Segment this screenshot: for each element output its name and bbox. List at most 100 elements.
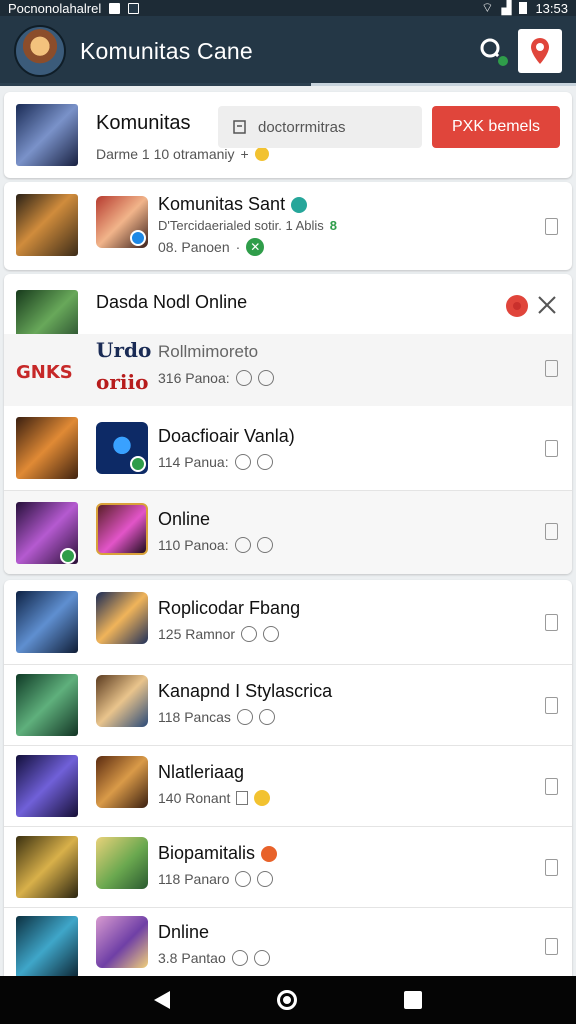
list-item[interactable]: GNKS Urdo oriio Rollmimoreto 316 Panoa:	[4, 334, 572, 406]
refresh-icon	[236, 709, 253, 725]
signal-icon: ▟	[501, 0, 512, 15]
battery-icon	[519, 2, 528, 14]
edit-icon	[233, 120, 246, 134]
item-meta-text: 125 Ramnor	[158, 626, 236, 642]
document-small-icon	[236, 791, 249, 805]
document-icon[interactable]	[545, 360, 558, 377]
game-thumbnail[interactable]	[16, 104, 78, 166]
notification-icon	[109, 2, 121, 14]
refresh-icon	[241, 626, 258, 642]
item-title: Dnline	[158, 922, 210, 942]
map-pin-icon	[531, 38, 549, 64]
item-desc-text: D'Tercidaerialed sotir. 1 Ablis	[158, 218, 324, 233]
map-pin-button[interactable]	[518, 29, 562, 73]
list-item[interactable]: Online 110 Panoa:	[4, 491, 572, 574]
list-item[interactable]: Biopamitalis 118 Panaro	[4, 827, 572, 907]
item-meta-text: 110 Panoa:	[158, 537, 229, 553]
item-meta-text: 08. Panoen	[158, 239, 230, 255]
timer-icon	[256, 454, 273, 470]
card-subtitle: Darme 1 10 otramaniy +	[96, 146, 269, 162]
item-meta-text: 316 Panoa:	[158, 370, 230, 386]
document-icon[interactable]	[545, 859, 558, 876]
item-meta-text: 3.8 Pantao	[158, 950, 226, 966]
hot-icon	[261, 845, 278, 862]
item-title-text: Komunitas Sant	[158, 194, 286, 214]
search-placeholder: doctorrmitras	[258, 118, 346, 136]
document-icon[interactable]	[545, 614, 558, 631]
game-thumbnail	[16, 836, 78, 898]
list-item[interactable]: Komunitas Sant D'Tercidaerialed sotir. 1…	[4, 182, 572, 270]
close-icon: ✕	[246, 238, 265, 256]
document-icon[interactable]	[545, 523, 558, 540]
refresh-icon	[235, 370, 252, 386]
card-title: Komunitas	[96, 112, 191, 134]
gear-icon[interactable]	[502, 292, 532, 320]
notification-icon	[128, 2, 140, 14]
item-title: Biopamitalis	[158, 843, 278, 864]
coin-icon	[254, 790, 271, 806]
plus-icon: +	[240, 146, 249, 162]
verified-icon	[291, 196, 308, 213]
document-icon[interactable]	[545, 440, 558, 457]
game-thumbnail	[16, 674, 78, 736]
item-desc-num: 8	[329, 218, 338, 233]
item-title-text: Biopamitalis	[158, 843, 256, 863]
card-subtitle-text: Darme 1 10 otramaniy	[96, 146, 235, 162]
coin-icon	[254, 147, 269, 161]
recent-apps-icon[interactable]	[404, 991, 423, 1009]
avatar[interactable]	[14, 25, 66, 77]
primary-action-button[interactable]: PXK bemels	[432, 106, 560, 148]
page-title: Komunitas Cane	[80, 37, 253, 64]
item-meta: 114 Panua:	[158, 454, 273, 470]
item-title: Online	[158, 509, 211, 529]
document-icon[interactable]	[545, 778, 558, 795]
document-icon[interactable]	[545, 697, 558, 714]
refresh-icon	[234, 454, 251, 470]
item-title: Roplicodar Fbang	[158, 598, 301, 618]
search-button[interactable]	[478, 36, 510, 68]
item-meta: 316 Panoa:	[158, 370, 274, 386]
item-meta: 118 Panaro	[158, 871, 274, 887]
status-time: 13:53	[535, 0, 568, 16]
item-title: Komunitas Sant	[158, 194, 308, 215]
item-meta-text: 140 Ronant	[158, 790, 231, 806]
game-thumbnail	[16, 591, 78, 653]
timer-icon	[257, 871, 274, 887]
item-meta-text: 114 Panua:	[158, 454, 229, 470]
list-item[interactable]: Doacfioair Vanla) 114 Panua:	[4, 406, 572, 490]
item-meta: 125 Ramnor	[158, 626, 280, 642]
refresh-icon	[234, 537, 251, 553]
app-icon	[96, 422, 148, 474]
app-icon	[96, 916, 148, 968]
close-icon[interactable]	[536, 294, 558, 316]
timer-icon	[263, 626, 280, 642]
status-bar: Pocnonolahalrel ⌔ ▟ 13:53	[0, 0, 576, 16]
top-card: Komunitas Darme 1 10 otramaniy + doctorr…	[4, 92, 572, 178]
back-icon[interactable]	[153, 991, 170, 1009]
home-icon[interactable]	[276, 990, 297, 1010]
list-item[interactable]: Kanapnd I Stylascrica 118 Pancas	[4, 665, 572, 745]
item-title: Nlatleriaag	[158, 762, 245, 782]
system-nav-bar	[0, 976, 576, 1024]
list-item[interactable]: Nlatleriaag 140 Ronant	[4, 746, 572, 826]
badge-icon	[60, 548, 76, 564]
featured-card: Komunitas Sant D'Tercidaerialed sotir. 1…	[4, 182, 572, 270]
list-item[interactable]: Roplicodar Fbang 125 Ramnor	[4, 580, 572, 664]
list-item[interactable]: Dnline 3.8 Pantao	[4, 908, 572, 976]
item-desc: D'Tercidaerialed sotir. 1 Ablis 8	[158, 218, 337, 233]
item-meta: 140 Ronant	[158, 790, 271, 806]
game-thumbnail	[16, 916, 78, 976]
item-meta: 3.8 Pantao	[158, 950, 270, 966]
game-logo: oriio	[96, 370, 149, 394]
document-icon[interactable]	[545, 218, 558, 235]
game-thumbnail	[16, 502, 78, 564]
document-icon[interactable]	[545, 938, 558, 955]
wifi-icon: ⌔	[481, 0, 494, 15]
item-meta: 110 Panoa:	[158, 537, 273, 553]
search-input[interactable]: doctorrmitras	[218, 106, 422, 148]
app-icon	[96, 196, 148, 248]
badge-icon	[130, 456, 146, 472]
timer-icon	[258, 709, 275, 725]
app-icon	[96, 756, 148, 808]
app-bar: Komunitas Cane	[0, 16, 576, 86]
